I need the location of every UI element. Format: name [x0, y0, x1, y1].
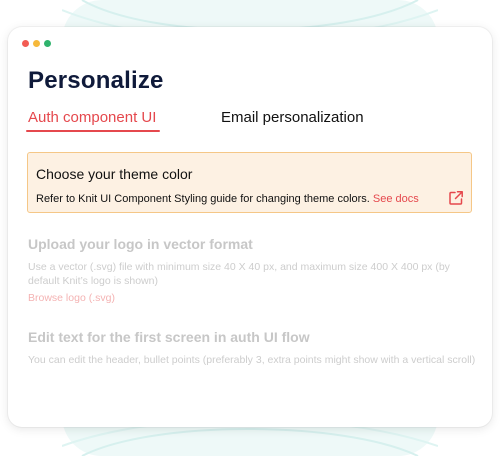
tab-auth-component-ui[interactable]: Auth component UI [25, 109, 161, 132]
see-docs-link[interactable]: See docs [373, 193, 419, 205]
callout-title: Choose your theme color [36, 166, 193, 182]
minimize-window-dot[interactable] [33, 40, 40, 47]
logo-upload-section: Upload your logo in vector format Use a … [28, 236, 478, 306]
theme-color-callout: Choose your theme color Refer to Knit UI… [27, 152, 472, 213]
callout-description: Refer to Knit UI Component Styling guide… [36, 193, 370, 205]
maximize-window-dot[interactable] [44, 40, 51, 47]
page-title: Personalize [28, 67, 164, 94]
text-section-title: Edit text for the first screen in auth U… [28, 329, 310, 345]
browse-logo-link[interactable]: Browse logo (.svg) [28, 292, 115, 304]
external-link-icon[interactable] [448, 190, 464, 206]
window-controls [22, 40, 51, 47]
callout-text: Refer to Knit UI Component Styling guide… [36, 193, 419, 205]
logo-section-description: Use a vector (.svg) file with minimum si… [28, 261, 450, 287]
auth-text-section: Edit text for the first screen in auth U… [28, 329, 478, 367]
text-section-description: You can edit the header, bullet points (… [28, 354, 476, 366]
logo-section-title: Upload your logo in vector format [28, 236, 253, 252]
app-window: Personalize Auth component UI Email pers… [8, 27, 492, 427]
tab-email-personalization[interactable]: Email personalization [221, 109, 364, 126]
close-window-dot[interactable] [22, 40, 29, 47]
tab-bar: Auth component UI Email personalization [25, 109, 478, 133]
